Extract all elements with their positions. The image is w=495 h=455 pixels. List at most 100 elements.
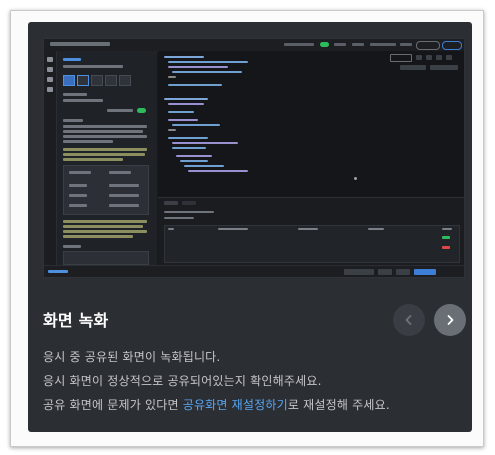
preview-bar xyxy=(63,130,143,133)
preview-rail-icon xyxy=(47,87,53,92)
preview-result-line xyxy=(368,228,384,230)
preview-bar xyxy=(63,225,143,228)
preview-action-btn xyxy=(378,269,392,275)
preview-result-line xyxy=(164,211,214,213)
preview-bar xyxy=(63,125,147,128)
preview-code-line xyxy=(172,147,206,149)
preview-btn xyxy=(119,75,131,86)
preview-action-btn xyxy=(396,269,410,275)
description-line-3-after: 로 재설정해 주세요. xyxy=(287,398,390,412)
preview-toggle xyxy=(137,108,146,113)
preview-bar xyxy=(48,270,68,273)
preview-bottombar xyxy=(44,265,464,277)
preview-menu-item xyxy=(334,43,346,46)
preview-code-editor xyxy=(158,51,464,196)
preview-problem-pane xyxy=(57,51,157,265)
preview-select xyxy=(390,54,412,62)
preview-bar xyxy=(63,58,81,61)
preview-bar xyxy=(63,158,123,161)
preview-tab xyxy=(182,201,196,205)
preview-result-table xyxy=(164,225,460,263)
preview-tab xyxy=(164,201,178,205)
preview-tool-btn xyxy=(430,65,458,70)
preview-bar xyxy=(69,184,87,187)
preview-btn xyxy=(63,75,75,86)
prev-slide-button[interactable] xyxy=(393,304,425,336)
preview-rail-icon xyxy=(47,57,53,62)
preview-bar xyxy=(69,194,87,197)
preview-code-line xyxy=(164,56,204,58)
preview-tool-btn xyxy=(416,55,422,60)
preview-toggle xyxy=(320,42,329,47)
preview-action-btn xyxy=(414,269,436,275)
preview-code-line xyxy=(168,111,194,113)
preview-menu-item xyxy=(370,43,396,46)
preview-bar xyxy=(63,148,147,151)
preview-code-line xyxy=(184,165,224,167)
chevron-left-icon xyxy=(405,315,412,325)
preview-bar xyxy=(69,204,87,207)
preview-code-line xyxy=(168,84,222,86)
preview-rail-icon xyxy=(47,77,53,82)
preview-bar xyxy=(63,235,133,238)
preview-pass-badge xyxy=(442,236,450,239)
preview-result-line xyxy=(168,228,174,230)
preview-bar xyxy=(63,93,87,96)
preview-code-line xyxy=(168,103,204,105)
preview-pill-button xyxy=(416,41,440,50)
description-line-2: 응시 화면이 정상적으로 공유되어있는지 확인해주세요. xyxy=(43,374,322,388)
preview-bar xyxy=(109,194,139,197)
preview-menu-item xyxy=(352,43,364,46)
preview-code-line xyxy=(164,98,208,100)
preview-bar xyxy=(63,140,113,143)
preview-menu-item xyxy=(400,43,412,46)
preview-code-line xyxy=(168,61,248,63)
preview-bar xyxy=(63,65,123,68)
preview-code-line xyxy=(180,160,208,162)
preview-cursor xyxy=(354,177,357,180)
preview-code-line xyxy=(168,137,208,139)
description-line-1: 응시 중 공유된 화면이 녹화됩니다. xyxy=(43,350,221,364)
preview-bar xyxy=(63,220,147,223)
preview-btn xyxy=(91,75,103,86)
preview-icon-rail xyxy=(44,51,57,265)
slide-title: 화면 녹화 xyxy=(43,311,109,330)
preview-result-panel xyxy=(158,197,464,266)
preview-result-line xyxy=(442,228,452,230)
preview-code-line xyxy=(168,76,176,78)
preview-btn xyxy=(77,75,89,86)
preview-rail-icon xyxy=(47,67,53,72)
preview-code-line xyxy=(188,170,248,172)
preview-bar xyxy=(109,204,139,207)
preview-action-btn xyxy=(344,269,374,275)
preview-bar xyxy=(63,99,103,102)
preview-btn xyxy=(105,75,117,86)
description-line-3: 공유 화면에 문제가 있다면 공유화면 재설정하기로 재설정해 주세요. xyxy=(43,396,390,413)
preview-toggle-label xyxy=(284,43,314,46)
preview-app-title xyxy=(50,42,110,46)
chevron-right-icon xyxy=(447,315,454,325)
preview-tool-btn xyxy=(426,55,432,60)
preview-code-line xyxy=(168,66,228,68)
preview-bar xyxy=(63,230,147,233)
preview-table xyxy=(63,251,149,265)
preview-pill-button xyxy=(442,41,462,50)
preview-code-line xyxy=(168,129,176,131)
preview-fail-badge xyxy=(442,246,450,249)
preview-bar xyxy=(69,171,91,174)
preview-bar xyxy=(107,109,133,112)
preview-result-line xyxy=(298,228,318,230)
reset-shared-screen-link[interactable]: 공유화면 재설정하기 xyxy=(183,398,288,412)
preview-bar xyxy=(109,171,131,174)
preview-bar xyxy=(109,184,139,187)
preview-code-line xyxy=(172,71,242,73)
preview-tool-btn xyxy=(446,55,452,60)
description-line-3-before: 공유 화면에 문제가 있다면 xyxy=(43,398,183,412)
preview-bar xyxy=(63,153,145,156)
preview-bar xyxy=(63,245,81,248)
preview-result-line xyxy=(218,228,248,230)
preview-code-line xyxy=(172,124,220,126)
preview-tool-btn xyxy=(436,55,442,60)
next-slide-button[interactable] xyxy=(434,304,466,336)
preview-result-line xyxy=(164,217,194,219)
